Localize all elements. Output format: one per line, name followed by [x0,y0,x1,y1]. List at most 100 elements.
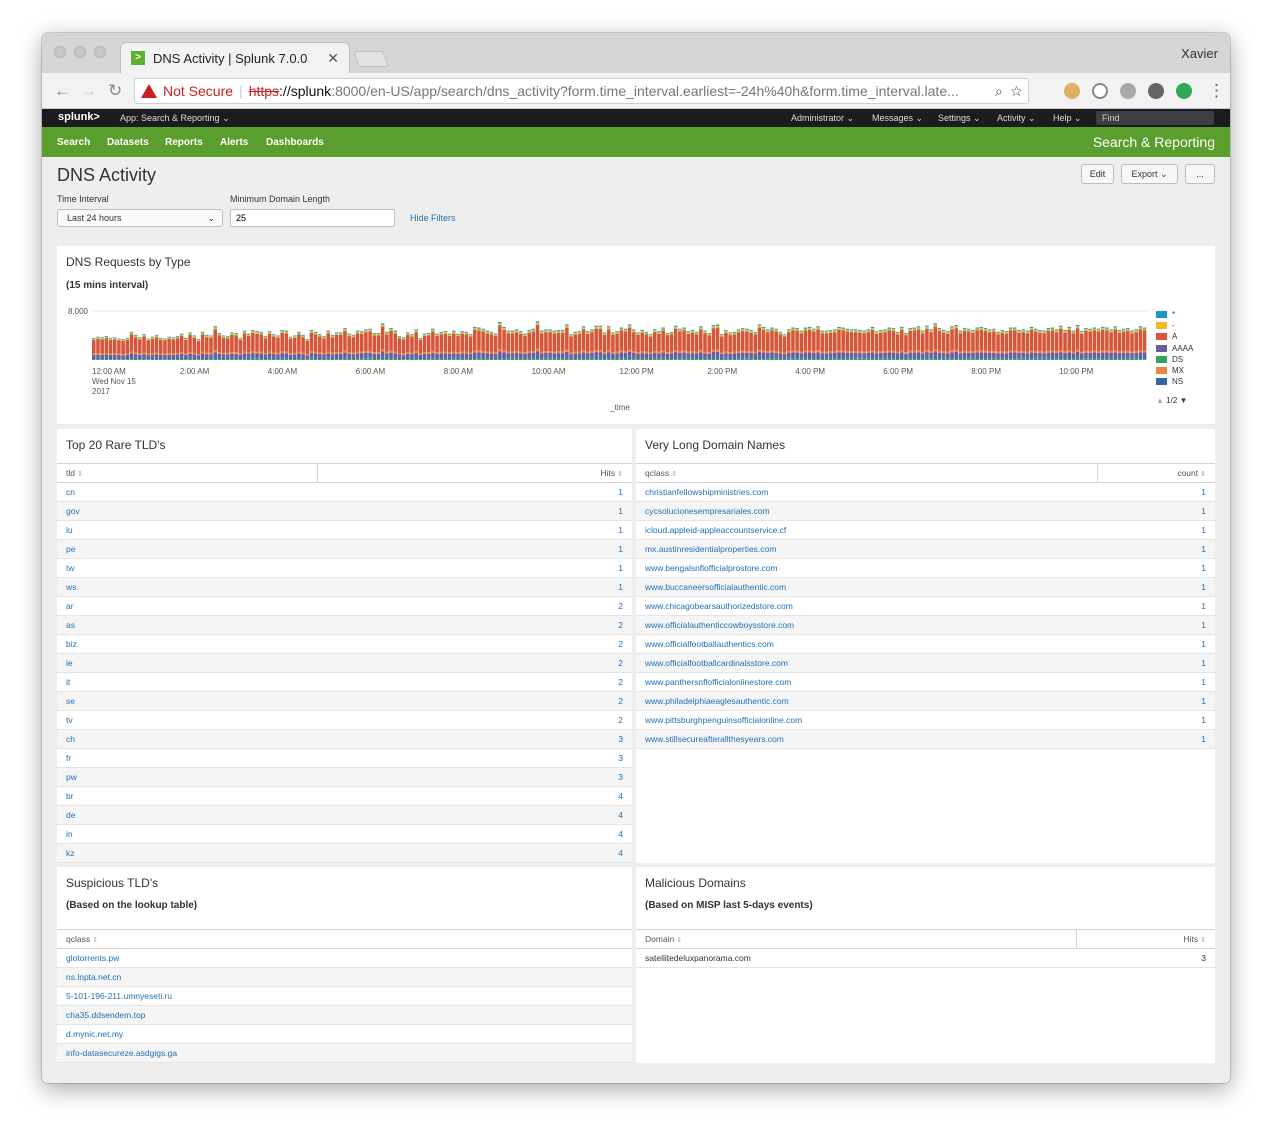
table-row[interactable]: www.buccaneersofficialauthentic.com 1 [636,577,1215,597]
menu-kebab-icon[interactable]: ⋮ [1208,81,1225,101]
not-secure-indicator[interactable]: Not Secure [141,83,233,99]
table-cell-value[interactable]: 1 [317,558,632,578]
edit-button[interactable]: Edit [1081,164,1114,184]
table-cell-value[interactable]: 4 [317,805,632,825]
table-cell-name[interactable]: ws [57,577,317,597]
table-cell-name[interactable]: br [57,786,317,806]
table-row[interactable]: glotorrents.pw [57,948,632,968]
table-row[interactable]: www.philadelphiaeaglesauthentic.com 1 [636,691,1215,711]
table-row[interactable]: christianfellowshipministries.com 1 [636,482,1215,502]
table-cell-name[interactable]: it [57,672,317,692]
table-cell-value[interactable]: 1 [1097,672,1215,692]
table-cell-value[interactable]: 1 [1097,691,1215,711]
table-row[interactable]: kz 4 [57,843,632,863]
table-cell-value[interactable]: 1 [1097,501,1215,521]
table-cell-name[interactable]: ns.lnpta.net.cn [57,967,632,987]
table-cell-value[interactable]: 3 [1076,948,1215,968]
table-cell-name[interactable]: ch [57,729,317,749]
forward-arrow-icon[interactable]: → [80,81,97,101]
table-row[interactable]: www.officialfootballcardinalsstore.com 1 [636,653,1215,673]
arrow-down-icon[interactable]: ▼ [1180,396,1188,405]
table-cell-name[interactable]: www.buccaneersofficialauthentic.com [636,577,1097,597]
app-name[interactable]: Search & Reporting [1093,134,1215,150]
table-cell-value[interactable]: 1 [317,539,632,559]
table-cell-name[interactable]: cha35.ddsendem.top [57,1005,632,1025]
evernote-extension-icon[interactable] [1148,83,1164,99]
table-row[interactable]: lu 1 [57,520,632,540]
column-header-domain[interactable]: Domain ⇕ [636,929,1077,949]
browser-tab[interactable]: > DNS Activity | Splunk 7.0.0 ✕ [120,42,350,73]
table-cell-name[interactable]: www.panthersnflofficialonlinestore.com [636,672,1097,692]
export-button[interactable]: Export ⌄ [1121,164,1178,184]
table-cell-value[interactable]: 2 [317,596,632,616]
table-cell-value[interactable]: 4 [317,843,632,863]
column-header-hits[interactable]: Hits ⇕ [1076,929,1215,949]
hide-filters-link[interactable]: Hide Filters [410,213,456,223]
column-header-count[interactable]: count ⇕ [1097,463,1215,483]
legend-item[interactable]: AAAA [1156,344,1193,353]
table-cell-value[interactable]: 2 [317,634,632,654]
table-cell-name[interactable]: in [57,824,317,844]
nav-datasets[interactable]: Datasets [107,137,149,148]
table-cell-name[interactable]: tv [57,710,317,730]
table-cell-value[interactable]: 3 [317,767,632,787]
table-cell-value[interactable]: 1 [1097,558,1215,578]
column-header-qclass[interactable]: qclass ⇕ [57,929,632,949]
menu-settings[interactable]: Settings ⌄ [938,113,981,124]
table-cell-value[interactable]: 1 [317,577,632,597]
new-tab-button[interactable] [353,51,389,67]
table-row[interactable]: www.pittsburghpenguinsofficialonline.com… [636,710,1215,730]
legend-item[interactable]: NS [1156,377,1183,386]
table-row[interactable]: ch 3 [57,729,632,749]
table-cell-name[interactable]: www.officialfootballcardinalsstore.com [636,653,1097,673]
table-cell-value[interactable]: 2 [317,691,632,711]
table-cell-name[interactable]: se [57,691,317,711]
zoom-window-icon[interactable] [94,46,106,58]
table-row[interactable]: cha35.ddsendem.top [57,1005,632,1025]
profile-name[interactable]: Xavier [1181,46,1218,61]
table-cell-value[interactable]: 4 [317,786,632,806]
table-cell-value[interactable]: 1 [1097,653,1215,673]
table-cell-name[interactable]: fr [57,748,317,768]
legend-item[interactable]: - [1156,321,1175,330]
table-row[interactable]: pe 1 [57,539,632,559]
menu-help[interactable]: Help ⌄ [1053,113,1082,124]
cookie-extension-icon[interactable] [1064,83,1080,99]
table-row[interactable]: www.officialauthenticcowboysstore.com 1 [636,615,1215,635]
table-cell-name[interactable]: christianfellowshipministries.com [636,482,1097,502]
bookmark-star-icon[interactable]: ☆ [1011,83,1022,99]
table-cell-value[interactable]: 1 [1097,596,1215,616]
table-cell-name[interactable]: 5-101-196-211.umnyeseti.ru [57,986,632,1006]
column-header-qclass[interactable]: qclass ⇕ [636,463,1098,483]
nav-dashboards[interactable]: Dashboards [266,137,324,148]
legend-item[interactable]: * [1156,310,1175,319]
table-cell-value[interactable]: 2 [317,672,632,692]
reload-icon[interactable]: ↻ [108,81,122,101]
nav-alerts[interactable]: Alerts [220,137,248,148]
zoom-icon[interactable]: ⌕ [995,83,1003,99]
menu-activity[interactable]: Activity ⌄ [997,113,1036,124]
nav-search[interactable]: Search [57,137,90,148]
table-cell-name[interactable]: lu [57,520,317,540]
table-cell-name[interactable]: cycsolucionesempresariales.com [636,501,1097,521]
table-cell-name[interactable]: de [57,805,317,825]
table-cell-value[interactable]: 2 [317,615,632,635]
info-extension-icon[interactable] [1092,83,1108,99]
table-row[interactable]: icloud.appleid-appleaccountservice.cf 1 [636,520,1215,540]
table-row[interactable]: pw 3 [57,767,632,787]
table-cell-name[interactable]: www.philadelphiaeaglesauthentic.com [636,691,1097,711]
more-button[interactable]: ... [1185,164,1215,184]
legend-item[interactable]: A [1156,332,1177,341]
tab-close-icon[interactable]: ✕ [327,50,339,67]
table-cell-name[interactable]: www.officialfootballauthentics.com [636,634,1097,654]
table-cell-value[interactable]: 4 [317,824,632,844]
table-cell-name[interactable]: www.bengalsnflofficialprostore.com [636,558,1097,578]
table-row[interactable]: gov 1 [57,501,632,521]
table-cell-value[interactable]: 1 [1097,577,1215,597]
table-cell-name[interactable]: pw [57,767,317,787]
table-row[interactable]: www.stillsecureafterallthesyears.com 1 [636,729,1215,749]
table-cell-value[interactable]: 3 [317,729,632,749]
table-row[interactable]: it 2 [57,672,632,692]
table-row[interactable]: in 4 [57,824,632,844]
nav-reports[interactable]: Reports [165,137,203,148]
